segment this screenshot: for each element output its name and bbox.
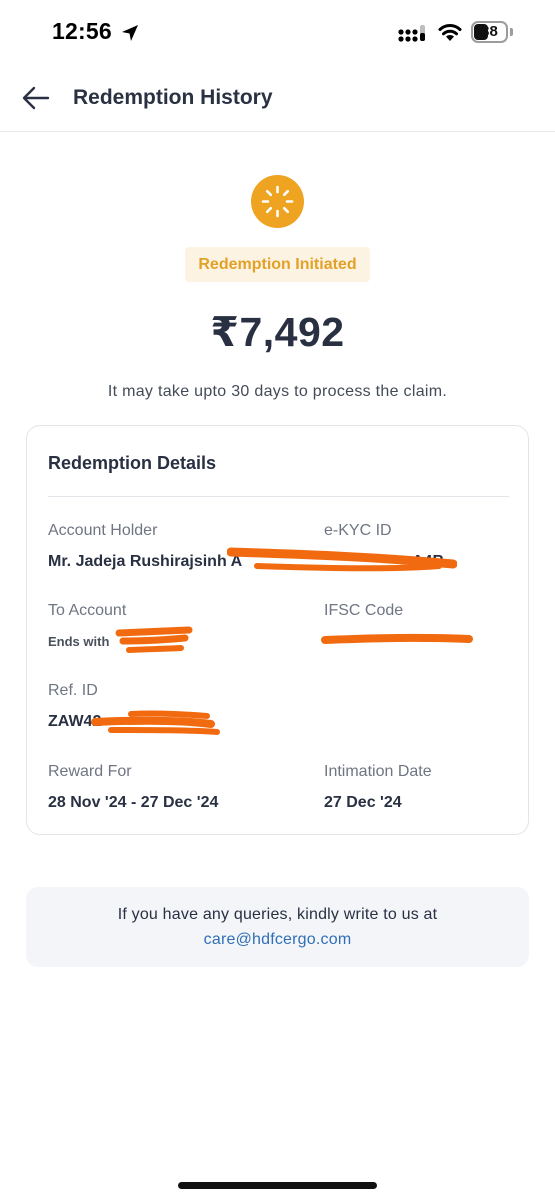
redaction-mark-ifsc <box>321 633 473 644</box>
status-badge: Redemption Initiated <box>185 247 370 282</box>
processing-note: It may take upto 30 days to process the … <box>107 383 448 400</box>
home-indicator[interactable] <box>178 1182 377 1189</box>
back-arrow-icon[interactable] <box>20 84 52 112</box>
redaction-mark-ekyc <box>227 547 457 572</box>
intimation-date-label: Intimation Date <box>324 763 432 780</box>
wifi-icon <box>438 24 462 41</box>
card-title: Redemption Details <box>48 453 217 473</box>
query-text: If you have any queries, kindly write to… <box>117 906 438 923</box>
loading-spinner-icon <box>251 175 304 228</box>
ekyc-id-label: e-KYC ID <box>324 522 392 539</box>
redaction-mark-ref-id <box>91 710 220 735</box>
to-account-value: Ends with <box>48 634 110 649</box>
status-time: 12:56 <box>52 18 112 44</box>
battery-level: 38 <box>481 23 498 40</box>
location-arrow-icon <box>122 25 138 41</box>
status-bar: 12:56 38 <box>0 0 555 66</box>
battery-icon: 38 <box>471 21 508 43</box>
battery-cap <box>510 28 513 36</box>
ifsc-code-label: IFSC Code <box>324 602 404 619</box>
app-header: Redemption History <box>0 66 555 132</box>
redemption-amount: ₹7,492 <box>210 309 345 355</box>
support-email-link[interactable]: care@hdfcergo.com <box>26 931 529 949</box>
redaction-mark-account <box>115 626 193 653</box>
account-holder-label: Account Holder <box>48 522 158 539</box>
divider <box>48 496 509 497</box>
cellular-signal-icon <box>398 25 425 42</box>
page-title: Redemption History <box>73 86 273 109</box>
query-info-box: If you have any queries, kindly write to… <box>26 887 529 967</box>
intimation-date-value: 27 Dec '24 <box>324 794 402 811</box>
ref-id-label: Ref. ID <box>48 682 98 699</box>
to-account-label: To Account <box>48 602 127 619</box>
account-holder-value: Mr. Jadeja Rushirajsinh A <box>48 553 243 570</box>
reward-for-label: Reward For <box>48 763 132 780</box>
redemption-details-card: Redemption Details Account Holder Mr. Ja… <box>26 425 529 835</box>
redemption-history-screen: 12:56 38 Redemption History Redemption I… <box>0 0 555 1200</box>
reward-for-value: 28 Nov '24 - 27 Dec '24 <box>48 794 219 811</box>
